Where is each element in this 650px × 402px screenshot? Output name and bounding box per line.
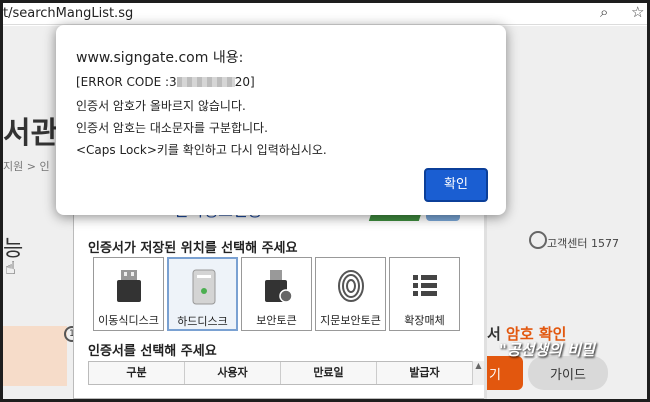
- media-security-token[interactable]: 보안토큰: [241, 257, 312, 331]
- usb-drive-icon: [117, 270, 141, 302]
- redacted-code: [176, 77, 235, 87]
- error-code-line: [ERROR CODE :3 20]: [76, 75, 255, 89]
- media-label: 보안토큰: [256, 314, 297, 327]
- message-line-1: 인증서 암호가 올바르지 않습니다.: [76, 99, 246, 113]
- column-header-expiry[interactable]: 만료일: [281, 362, 377, 384]
- extended-media-icon: [413, 275, 437, 296]
- watermark-text: "공선생의 비밀: [499, 341, 595, 359]
- location-heading: 인증서가 저장된 위치를 선택해 주세요: [88, 241, 298, 256]
- message-line-2: 인증서 암호는 대소문자를 구분합니다.: [76, 121, 268, 135]
- media-label: 확장매체: [404, 314, 445, 327]
- breadcrumb: 지원 > 인: [3, 160, 50, 173]
- orange-action-button[interactable]: 기: [487, 356, 523, 390]
- error-code-prefix: [ERROR CODE :3: [76, 75, 177, 89]
- security-token-icon: [265, 270, 292, 303]
- step-panel: [3, 326, 67, 386]
- hand-cursor-icon: ☝: [5, 258, 16, 279]
- message-line-3: <Caps Lock>키를 확인하고 다시 입력하십시오.: [76, 143, 327, 157]
- hard-disk-icon: [192, 269, 216, 305]
- guide-button[interactable]: 가이드: [528, 356, 608, 390]
- column-header-type[interactable]: 구분: [89, 362, 185, 384]
- media-label: 지문보안토큰: [320, 314, 381, 327]
- media-hard-disk[interactable]: 하드디스크: [167, 257, 238, 331]
- media-extended[interactable]: 확장매체: [389, 257, 460, 331]
- ok-button[interactable]: 확인: [424, 168, 488, 202]
- window-divider: [484, 185, 487, 399]
- scroll-up-arrow-icon[interactable]: ▲: [472, 361, 484, 385]
- zoom-icon[interactable]: ⌕: [600, 3, 608, 21]
- certificate-table-header: 구분 사용자 만료일 발급자: [88, 361, 473, 385]
- column-header-user[interactable]: 사용자: [185, 362, 281, 384]
- media-usb-drive[interactable]: 이동식디스크: [93, 257, 164, 331]
- media-label: 이동식디스크: [98, 314, 159, 327]
- url-text[interactable]: t/searchMangList.sg: [3, 6, 133, 21]
- dialog-title: www.signgate.com 내용:: [76, 50, 244, 66]
- media-label: 하드디스크: [177, 315, 228, 328]
- bookmark-star-icon[interactable]: ☆: [631, 3, 644, 21]
- page-title-fragment: 서관: [3, 116, 59, 151]
- media-fingerprint-token[interactable]: 지문보안토큰: [315, 257, 386, 331]
- address-bar[interactable]: t/searchMangList.sg ⌕ ☆: [3, 3, 647, 25]
- customer-center-label: 고객센터 1577: [547, 237, 619, 250]
- headset-icon: [529, 231, 547, 249]
- select-heading: 인증서를 선택해 주세요: [88, 344, 217, 359]
- error-code-suffix: 20]: [234, 75, 255, 89]
- alert-dialog: www.signgate.com 내용: [ERROR CODE :3 20] 인…: [56, 25, 506, 215]
- column-header-issuer[interactable]: 발급자: [377, 362, 472, 384]
- fingerprint-icon: [338, 270, 364, 302]
- certificate-window: KCS 한국정보인증 인증서가 저장된 위치를 선택해 주세요 이동식디스크 하…: [73, 185, 485, 399]
- browser-window: t/searchMangList.sg ⌕ ☆ 서관 지원 > 인 능 ☝ 1 …: [3, 3, 647, 399]
